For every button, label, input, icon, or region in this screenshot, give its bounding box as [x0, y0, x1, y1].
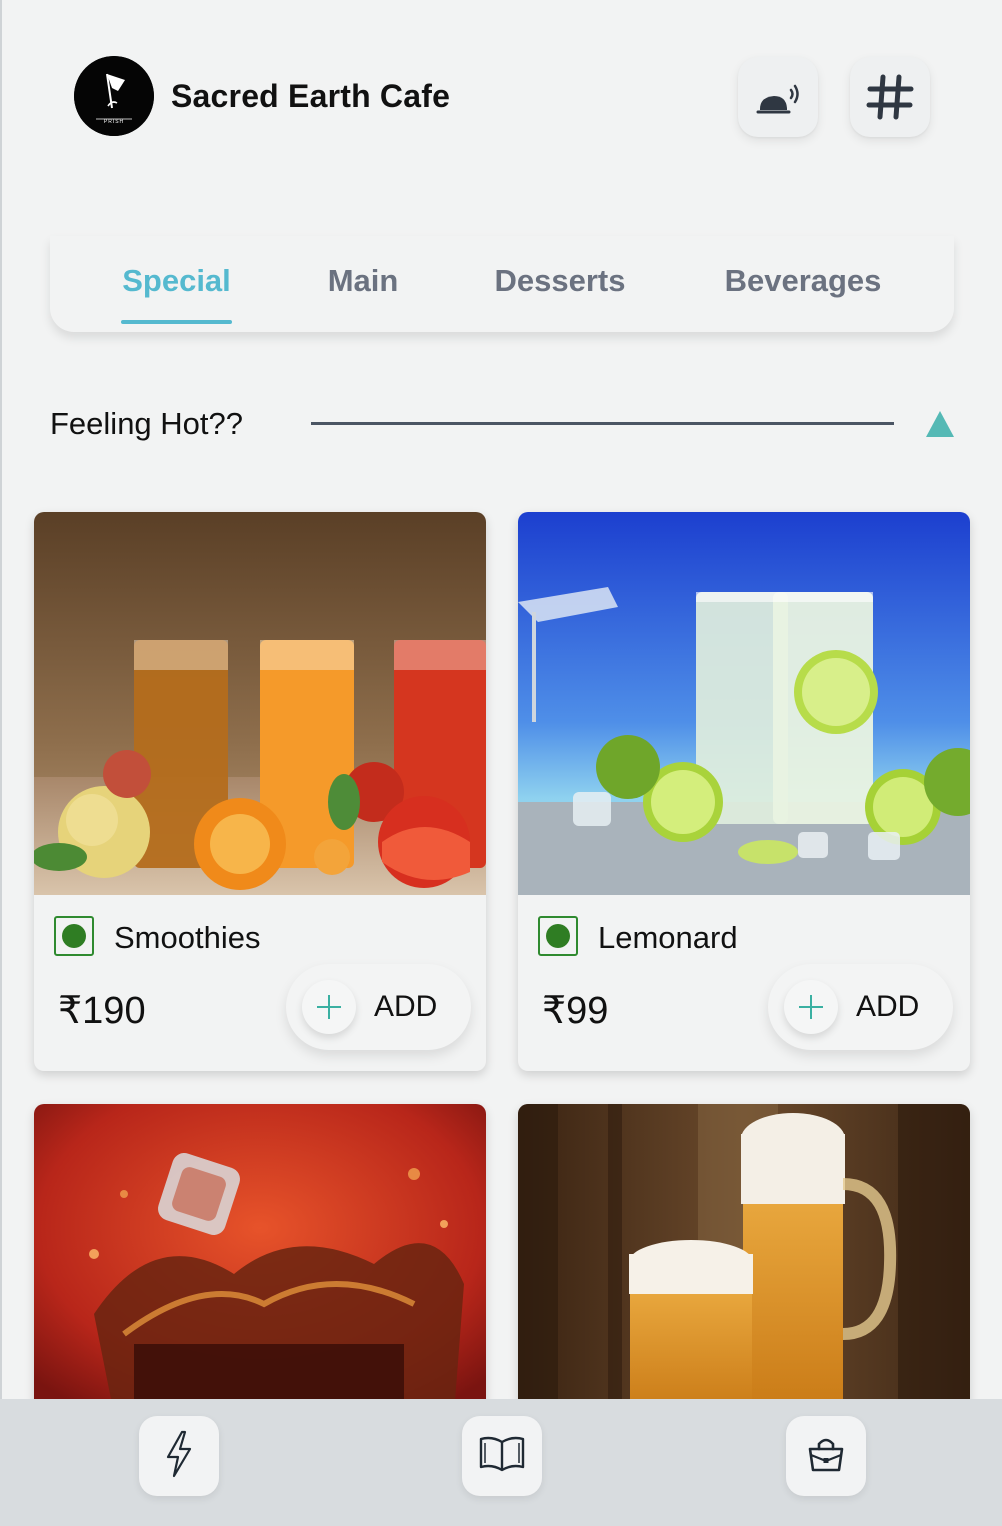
cafe-logo: PRISH [74, 56, 154, 136]
veg-indicator [54, 916, 94, 956]
item-name: Lemonard [598, 920, 738, 955]
menu-book-icon [478, 1434, 526, 1479]
plus-icon [302, 980, 356, 1034]
nav-menu-button[interactable] [462, 1416, 542, 1496]
shopping-bag-icon [807, 1435, 845, 1478]
beer-image [518, 1104, 970, 1414]
triangle-up-icon [926, 411, 954, 437]
bottom-navigation [0, 1399, 1002, 1526]
category-tabs: Special Main Desserts Beverages [50, 236, 954, 332]
app-header: PRISH Sacred Earth Cafe [0, 0, 1002, 190]
tab-beverages[interactable]: Beverages [720, 236, 886, 326]
item-price: ₹99 [542, 990, 609, 1032]
menu-item-card[interactable]: Lemonard ₹99 ADD [518, 512, 970, 1071]
table-number-button[interactable] [850, 57, 930, 137]
item-name: Smoothies [114, 920, 261, 955]
menu-item-card[interactable]: Smoothies ₹190 ADD [34, 512, 486, 1071]
item-price: ₹190 [58, 990, 146, 1032]
section-title: Feeling Hot?? [50, 406, 244, 441]
add-to-cart-button[interactable]: ADD [286, 964, 471, 1050]
add-label: ADD [374, 990, 438, 1023]
cafe-name: Sacred Earth Cafe [171, 78, 451, 114]
cola-image [34, 1104, 486, 1414]
tab-main[interactable]: Main [315, 236, 411, 326]
active-tab-indicator [121, 320, 232, 324]
tab-special[interactable]: Special [121, 236, 232, 326]
call-waiter-icon [754, 75, 802, 119]
lemonade-image [518, 512, 970, 895]
lightning-icon [164, 1430, 194, 1483]
veg-indicator [538, 916, 578, 956]
nav-cart-button[interactable] [786, 1416, 866, 1496]
section-collapse-toggle[interactable] [926, 411, 954, 437]
call-waiter-button[interactable] [738, 57, 818, 137]
add-to-cart-button[interactable]: ADD [768, 964, 953, 1050]
window-edge [0, 0, 2, 1526]
menu-item-card[interactable] [518, 1104, 970, 1414]
tab-desserts[interactable]: Desserts [490, 236, 630, 326]
plus-icon [784, 980, 838, 1034]
logo-text: PRISH [104, 119, 124, 125]
nav-specials-button[interactable] [139, 1416, 219, 1496]
section-divider [311, 422, 894, 425]
menu-item-card[interactable] [34, 1104, 486, 1414]
hashtag-icon [866, 73, 914, 121]
add-label: ADD [856, 990, 920, 1023]
smoothies-image [34, 512, 486, 895]
